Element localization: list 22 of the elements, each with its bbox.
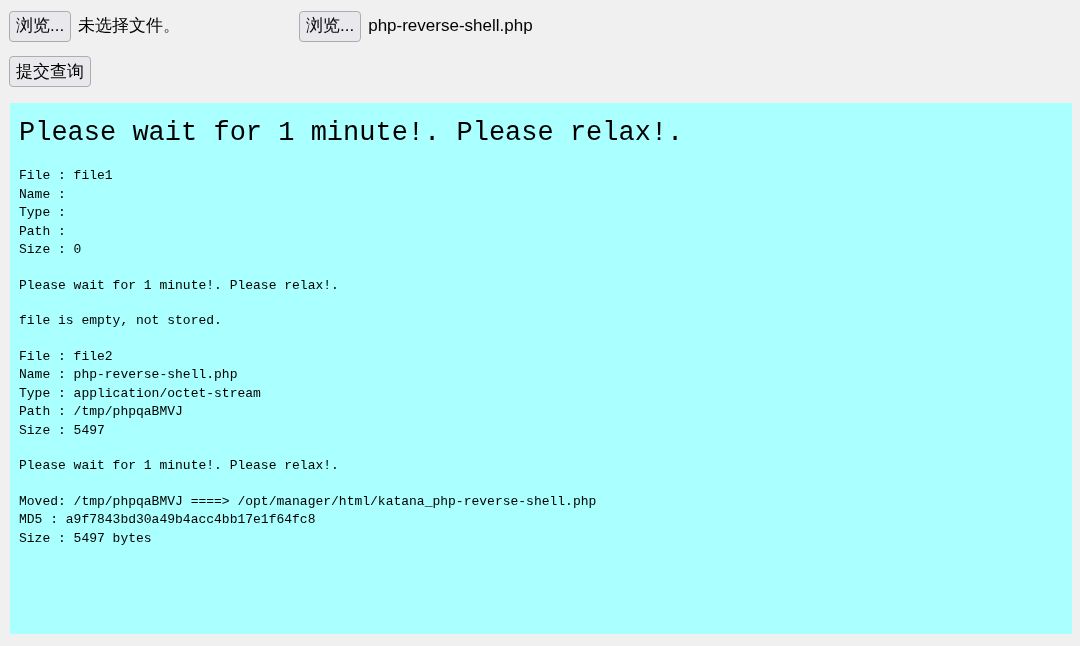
output-line: Size : 0 [19, 241, 82, 259]
output-line: Name : [19, 185, 66, 204]
browse-button[interactable]: 浏览... [9, 10, 72, 42]
output-line: Please wait for 1 minute!. Please relax!. [19, 457, 339, 475]
output-line: Type : [19, 204, 66, 222]
output-line: Please wait for 1 minute!. Please relax!. [19, 276, 339, 295]
output-line: Path : [19, 222, 66, 241]
output-heading: Please wait for 1 minute!. Please relax!. [19, 117, 685, 150]
output-line: MD5 : a9f7843bd30a49b4acc4bb17e1f64fc8 [19, 511, 316, 529]
file-name-label: php-reverse-shell.php [368, 15, 533, 38]
submit-button[interactable]: 提交查询 [9, 56, 91, 87]
output-line: Type : application/octet-stream [19, 384, 261, 403]
output-line: File : file2 [19, 347, 113, 366]
output-line: Size : 5497 bytes [19, 529, 152, 548]
output-line: Size : 5497 [19, 421, 105, 440]
output-line: Path : /tmp/phpqaBMVJ [19, 403, 183, 421]
output-line: Name : php-reverse-shell.php [19, 366, 238, 384]
file-name-label: 未选择文件。 [78, 15, 181, 38]
output-line: File : file1 [19, 167, 113, 185]
output-line: file is empty, not stored. [19, 312, 222, 330]
output-line: Moved: /tmp/phpqaBMVJ ====> /opt/manager/html/katana_php-reverse-shell.php [19, 492, 597, 511]
browse-button[interactable]: 浏览... [299, 10, 362, 42]
